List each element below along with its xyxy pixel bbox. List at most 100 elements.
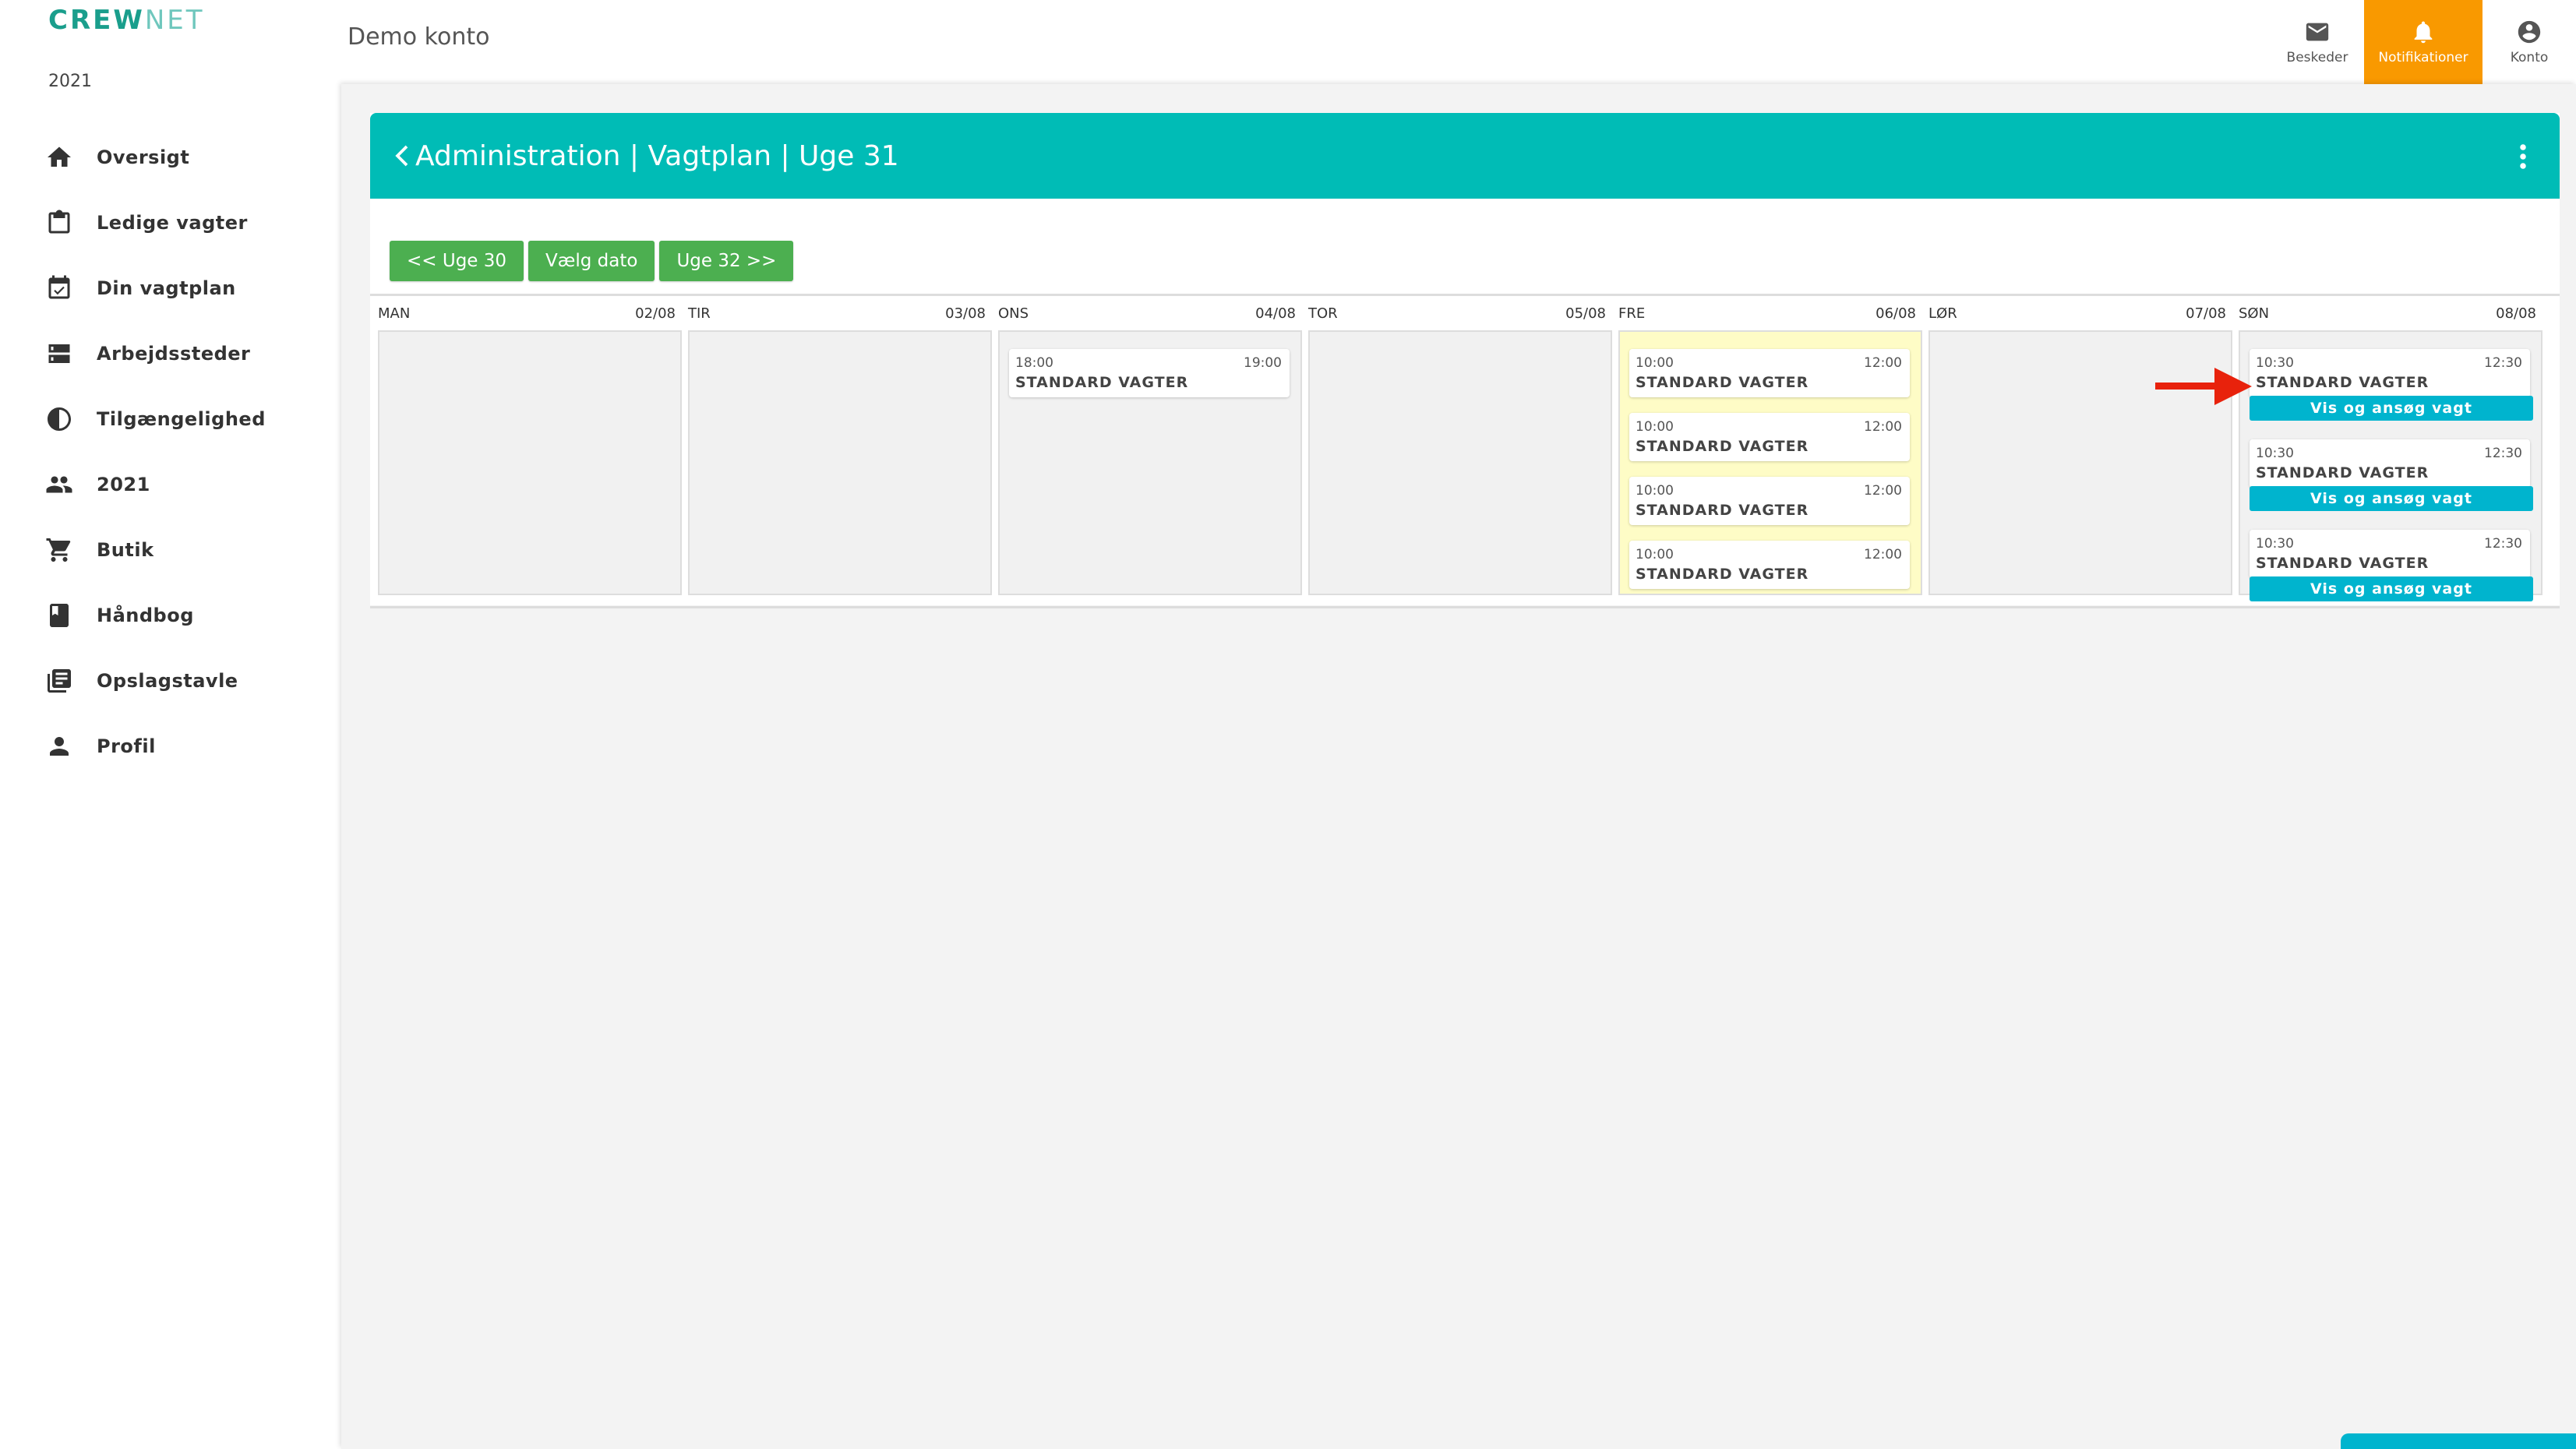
library-icon [44, 665, 75, 696]
day-body: 18:00 19:00 STANDARD VAGTER [998, 330, 1302, 595]
shift-start-time: 10:30 [2256, 536, 2294, 552]
shift-name: STANDARD VAGTER [1636, 566, 1809, 583]
shift-name: STANDARD VAGTER [2256, 464, 2430, 481]
mail-icon [2306, 23, 2329, 41]
shift-end-time: 12:00 [1864, 355, 1902, 371]
sidebar-item-oversigt[interactable]: Oversigt [44, 125, 324, 190]
shift-card[interactable]: 10:30 12:30 STANDARD VAGTER [2250, 530, 2530, 578]
day-date: 04/08 [1255, 305, 1296, 322]
sidebar-item-profil[interactable]: Profil [44, 714, 324, 779]
day-column: TIR 03/08 [682, 296, 992, 601]
shift-card[interactable]: 10:30 12:30 STANDARD VAGTER [2250, 439, 2530, 488]
clipboard-icon [44, 207, 75, 238]
sidebar-item-label: Ledige vagter [97, 212, 248, 234]
apply-shift-button[interactable]: Vis og ansøg vagt [2250, 576, 2533, 601]
shift-start-time: 10:00 [1636, 419, 1674, 435]
schedule-title: Administration | Vagtplan | Uge 31 [415, 139, 899, 172]
top-nav: Beskeder Notifikationer Konto [2271, 0, 2576, 84]
shift-start-time: 10:00 [1636, 483, 1674, 499]
sidebar-item-label: Butik [97, 539, 154, 561]
sidebar-item-opslagstavle[interactable]: Opslagstavle [44, 648, 324, 714]
day-header: TOR 05/08 [1302, 296, 1612, 330]
schedule-card: Administration | Vagtplan | Uge 31 << Ug… [370, 113, 2560, 608]
nav-beskeder[interactable]: Beskeder [2271, 0, 2364, 84]
shift-start-time: 10:00 [1636, 355, 1674, 371]
shift-card[interactable]: 10:30 12:30 STANDARD VAGTER [2250, 349, 2530, 397]
sidebar-item-haandbog[interactable]: Håndbog [44, 583, 324, 648]
sidebar-item-tilgaengelighed[interactable]: Tilgængelighed [44, 386, 324, 452]
shift-start-time: 10:30 [2256, 446, 2294, 461]
shift-card[interactable]: 10:00 12:00 STANDARD VAGTER [1629, 541, 1910, 589]
sidebar-item-ledige-vagter[interactable]: Ledige vagter [44, 190, 324, 256]
sidebar-item-label: Håndbog [97, 605, 194, 626]
logo-text-net: NET [144, 5, 205, 36]
cart-icon [44, 534, 75, 566]
shift-card[interactable]: 10:00 12:00 STANDARD VAGTER [1629, 477, 1910, 525]
shift-name: STANDARD VAGTER [1636, 374, 1809, 391]
shift-card[interactable]: 10:00 12:00 STANDARD VAGTER [1629, 413, 1910, 461]
day-header: FRE 06/08 [1612, 296, 1922, 330]
app-logo[interactable]: CREWNET [48, 5, 205, 36]
book-icon [44, 600, 75, 631]
shift-end-time: 12:00 [1864, 547, 1902, 562]
shift-card[interactable]: 10:00 12:00 STANDARD VAGTER [1629, 349, 1910, 397]
shift-start-time: 18:00 [1015, 355, 1053, 371]
next-week-button[interactable]: Uge 32 >> [659, 241, 794, 281]
day-body [688, 330, 992, 595]
day-date: 03/08 [945, 305, 986, 322]
shift-end-time: 12:30 [2484, 536, 2522, 552]
day-header: ONS 04/08 [992, 296, 1302, 330]
apply-shift-button[interactable]: Vis og ansøg vagt [2250, 396, 2533, 421]
day-column: MAN 02/08 [372, 296, 682, 601]
home-icon [44, 142, 75, 173]
day-column: TOR 05/08 [1302, 296, 1612, 601]
shift-name: STANDARD VAGTER [1636, 502, 1809, 519]
day-name: TOR [1308, 305, 1338, 322]
sidebar-item-butik[interactable]: Butik [44, 517, 324, 583]
schedule-header: Administration | Vagtplan | Uge 31 [370, 113, 2560, 199]
day-body: 10:30 12:30 STANDARD VAGTER Vis og ansøg va… [2239, 330, 2542, 601]
shift-end-time: 12:00 [1864, 483, 1902, 499]
day-name: LØR [1928, 305, 1957, 322]
sidebar-item-din-vagtplan[interactable]: Din vagtplan [44, 256, 324, 321]
nav-label: Konto [2510, 50, 2549, 65]
sidebar-item-label: Profil [97, 735, 156, 757]
week-nav: << Uge 30 Vælg dato Uge 32 >> [390, 241, 794, 281]
nav-konto[interactable]: Konto [2482, 0, 2576, 84]
shift-name: STANDARD VAGTER [1015, 374, 1189, 391]
sidebar-item-label: Arbejdssteder [97, 343, 251, 365]
prev-week-button[interactable]: << Uge 30 [390, 241, 524, 281]
sidebar-item-arbejdssteder[interactable]: Arbejdssteder [44, 321, 324, 386]
main-content: Administration | Vagtplan | Uge 31 << Ug… [341, 84, 2576, 1449]
sidebar-item-label: Tilgængelighed [97, 408, 266, 430]
shift-card[interactable]: 18:00 19:00 STANDARD VAGTER [1009, 349, 1290, 397]
day-date: 05/08 [1565, 305, 1606, 322]
day-column: SØN 08/08 10:30 12:30 STANDARD VAGTER Vis og … [2232, 296, 2542, 601]
nav-label: Beskeder [2286, 50, 2348, 65]
day-header: LØR 07/08 [1922, 296, 2232, 330]
apply-shift-button[interactable]: Vis og ansøg vagt [2250, 486, 2533, 511]
nav-notifikationer[interactable]: Notifikationer [2364, 0, 2482, 84]
day-date: 06/08 [1876, 305, 1916, 322]
more-vert-icon[interactable] [2518, 143, 2528, 171]
sidebar-nav: Oversigt Ledige vagter Din vagtplan Arbe… [44, 125, 324, 779]
shift-name: STANDARD VAGTER [1636, 438, 1809, 455]
sidebar-item-label: Din vagtplan [97, 277, 236, 299]
server-icon [44, 338, 75, 369]
day-column: ONS 04/08 18:00 19:00 STANDARD VAGTER [992, 296, 1302, 601]
page-title: Demo konto [348, 23, 490, 51]
day-column: LØR 07/08 [1922, 296, 2232, 601]
calendar-check-icon [44, 273, 75, 304]
day-header: SØN 08/08 [2232, 296, 2542, 330]
day-column: FRE 06/08 10:00 12:00 STANDARD VAGTER 10:00 12… [1612, 296, 1922, 601]
sidebar-item-label: Opslagstavle [97, 670, 238, 692]
people-icon [44, 469, 75, 500]
day-date: 08/08 [2496, 305, 2536, 322]
year-label: 2021 [48, 72, 92, 91]
pick-date-button[interactable]: Vælg dato [528, 241, 655, 281]
sidebar-item-2021[interactable]: 2021 [44, 452, 324, 517]
shift-end-time: 19:00 [1244, 355, 1282, 371]
chevron-left-icon[interactable] [393, 140, 411, 171]
bottom-tab[interactable] [2341, 1433, 2576, 1449]
day-name: TIR [688, 305, 711, 322]
